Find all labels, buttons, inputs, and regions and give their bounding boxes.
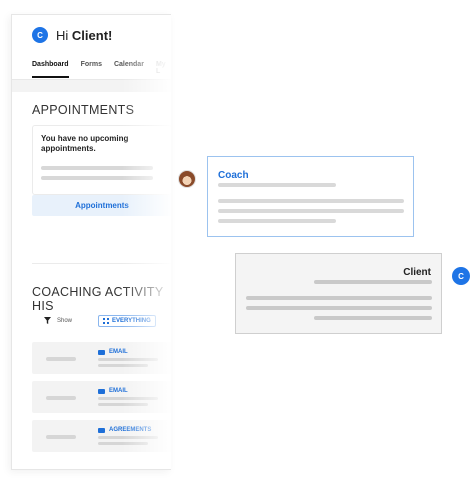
- filter-icon: [44, 317, 51, 324]
- activity-type: AGREEMENTS: [109, 427, 152, 433]
- coach-avatar: [178, 170, 196, 188]
- appointments-button[interactable]: Appointments: [32, 195, 171, 216]
- grid-icon: [103, 318, 109, 324]
- placeholder-line: [98, 397, 158, 400]
- nav-tabs: Dashboard Forms Calendar My L: [32, 61, 171, 78]
- placeholder-line: [218, 199, 404, 203]
- placeholder-line: [98, 442, 148, 445]
- tab-calendar[interactable]: Calendar: [114, 61, 144, 78]
- tab-my-library[interactable]: My L: [156, 61, 166, 78]
- activity-row[interactable]: EMAIL: [32, 342, 171, 374]
- appointments-title: APPOINTMENTS: [32, 103, 135, 117]
- client-name: Client: [403, 267, 431, 278]
- activity-row[interactable]: AGREEMENTS: [32, 420, 171, 452]
- user-avatar[interactable]: C: [32, 27, 48, 43]
- placeholder-line: [98, 358, 158, 361]
- placeholder-line: [218, 209, 404, 213]
- greeting-text: Hi Client!: [56, 28, 112, 43]
- placeholder-line: [46, 357, 76, 361]
- tab-dashboard[interactable]: Dashboard: [32, 61, 69, 78]
- activity-label: EMAIL: [98, 388, 128, 394]
- activity-type: EMAIL: [109, 388, 128, 394]
- placeholder-line: [98, 403, 148, 406]
- content-gutter: [12, 80, 171, 92]
- activity-label: EMAIL: [98, 349, 128, 355]
- placeholder-line: [314, 280, 432, 284]
- envelope-icon: [98, 349, 105, 355]
- envelope-icon: [98, 388, 105, 394]
- no-appointments-message: You have no upcoming appointments.: [41, 134, 129, 153]
- activity-row[interactable]: EMAIL: [32, 381, 171, 413]
- tab-forms[interactable]: Forms: [81, 61, 102, 78]
- placeholder-line: [41, 166, 153, 170]
- placeholder-line: [46, 396, 76, 400]
- placeholder-line: [218, 183, 336, 187]
- client-avatar: C: [452, 267, 470, 285]
- greeting: C Hi Client!: [32, 27, 112, 43]
- filter-show[interactable]: Show: [44, 317, 72, 324]
- placeholder-line: [246, 296, 432, 300]
- filter-label: Show: [57, 317, 73, 324]
- document-icon: [98, 427, 105, 433]
- placeholder-line: [46, 435, 76, 439]
- coach-message-card: Coach: [207, 156, 414, 237]
- greeting-prefix: Hi: [56, 27, 69, 43]
- placeholder-line: [41, 176, 153, 180]
- client-message-card: Client: [235, 253, 442, 334]
- section-divider: [32, 263, 171, 264]
- app-panel: C Hi Client! Dashboard Forms Calendar My…: [11, 14, 171, 470]
- placeholder-line: [246, 306, 432, 310]
- coach-name: Coach: [218, 170, 249, 181]
- greeting-name: Client!: [71, 27, 113, 43]
- activity-label: AGREEMENTS: [98, 427, 151, 433]
- placeholder-line: [98, 364, 148, 367]
- activity-type: EMAIL: [109, 349, 128, 355]
- filter-value: EVERYTHING: [112, 318, 151, 324]
- placeholder-line: [218, 219, 336, 223]
- appointments-card: You have no upcoming appointments.: [32, 125, 171, 195]
- coaching-activity-title: COACHING ACTIVITY HIS: [32, 285, 164, 313]
- filter-everything-button[interactable]: EVERYTHING: [98, 315, 156, 327]
- placeholder-line: [98, 436, 158, 439]
- placeholder-line: [314, 316, 432, 320]
